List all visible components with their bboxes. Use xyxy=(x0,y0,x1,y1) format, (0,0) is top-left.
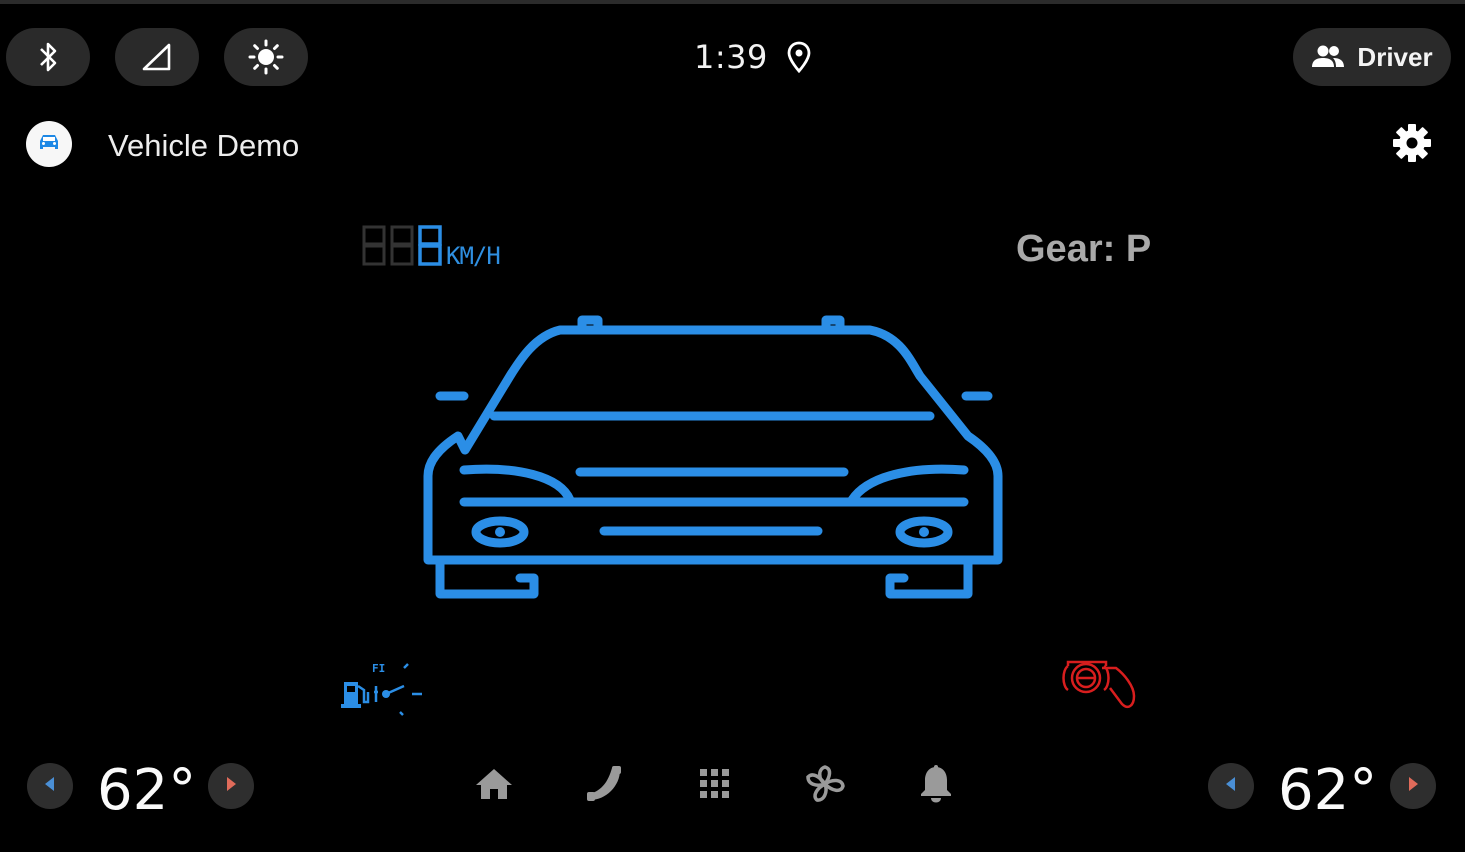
people-icon xyxy=(1311,44,1345,70)
parking-brake-icon xyxy=(1058,654,1140,719)
speed-digit-segments xyxy=(362,225,442,266)
chevron-right-icon xyxy=(224,776,238,797)
phone-icon xyxy=(584,764,624,809)
chevron-left-icon xyxy=(1224,776,1238,797)
left-temperature: 62° xyxy=(97,758,197,823)
user-label: Driver xyxy=(1357,41,1433,72)
right-temp-decrease-button[interactable] xyxy=(1208,763,1254,809)
signal-button[interactable] xyxy=(115,28,199,86)
car-icon xyxy=(37,132,61,157)
brightness-button[interactable] xyxy=(224,28,308,86)
speedometer: KM/H xyxy=(362,224,501,270)
chevron-left-icon xyxy=(43,776,57,797)
apps-grid-icon xyxy=(697,766,733,807)
apps-button[interactable] xyxy=(693,764,737,808)
phone-button[interactable] xyxy=(582,764,626,808)
user-profile-button[interactable]: Driver xyxy=(1293,28,1451,86)
left-temp-increase-button[interactable] xyxy=(208,763,254,809)
bluetooth-icon xyxy=(33,40,63,74)
right-temperature: 62° xyxy=(1278,758,1378,823)
right-temp-increase-button[interactable] xyxy=(1390,763,1436,809)
brightness-icon xyxy=(248,39,284,75)
bluetooth-button[interactable] xyxy=(6,28,90,86)
fan-icon xyxy=(804,763,846,810)
notifications-button[interactable] xyxy=(914,764,958,808)
gear-icon[interactable] xyxy=(1390,121,1434,170)
chevron-right-icon xyxy=(1406,776,1420,797)
fuel-warning-icon: FI xyxy=(338,656,428,725)
gear-indicator: Gear: P xyxy=(1016,228,1152,270)
left-temp-decrease-button[interactable] xyxy=(27,763,73,809)
cellular-signal-icon xyxy=(140,42,174,72)
app-title: Vehicle Demo xyxy=(108,128,300,163)
climate-fan-button[interactable] xyxy=(803,764,847,808)
app-icon xyxy=(26,121,72,167)
home-icon xyxy=(474,766,514,807)
bell-icon xyxy=(918,764,954,809)
top-edge xyxy=(0,0,1465,4)
location-pin-icon xyxy=(786,40,812,79)
car-front-icon xyxy=(420,306,1010,611)
clock: 1:39 xyxy=(694,38,768,76)
home-button[interactable] xyxy=(472,764,516,808)
svg-text:FI: FI xyxy=(372,662,385,675)
speed-unit: KM/H xyxy=(446,242,501,270)
